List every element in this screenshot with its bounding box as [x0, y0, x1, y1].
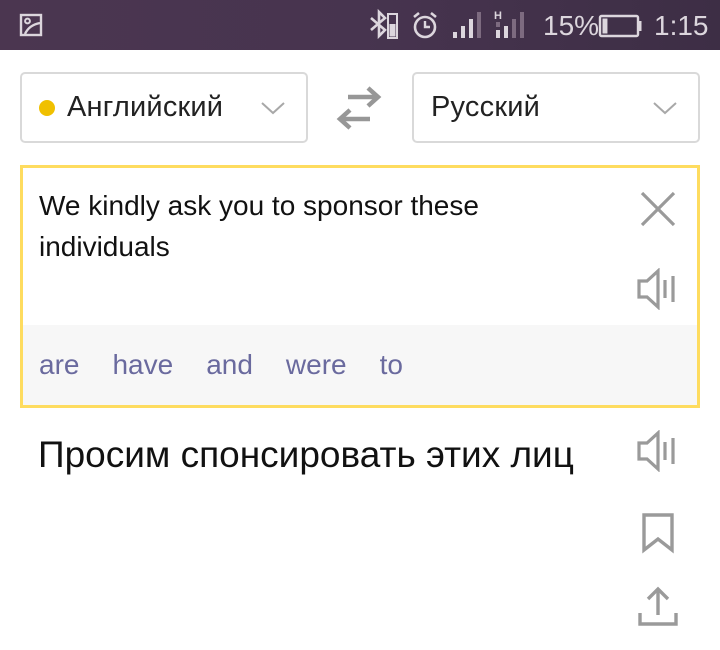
bluetooth-icon	[370, 8, 398, 40]
clear-input-button[interactable]	[639, 190, 677, 228]
signal-icon	[453, 12, 481, 38]
speak-translation-button[interactable]	[636, 430, 678, 472]
suggestion-item[interactable]: were	[286, 349, 347, 381]
source-language-dot	[39, 99, 55, 116]
suggestion-item[interactable]: have	[112, 349, 173, 381]
suggestion-bar: are have and were to	[23, 325, 697, 405]
translation-text: Просим спонсировать этих лиц	[38, 434, 574, 475]
source-text-input[interactable]: We kindly ask you to sponsor these indiv…	[39, 185, 599, 267]
swap-languages-button[interactable]	[334, 86, 384, 130]
speak-source-button[interactable]	[636, 268, 678, 310]
suggestion-item[interactable]: to	[380, 349, 403, 381]
status-bar: H 15% 1:15	[0, 0, 720, 50]
signal-h-icon: H	[494, 10, 524, 38]
clock: 1:15	[654, 10, 709, 41]
speaker-icon	[637, 430, 675, 472]
chevron-down-icon	[653, 102, 677, 115]
battery-icon	[598, 14, 642, 38]
gallery-icon	[19, 13, 43, 37]
close-icon	[640, 191, 676, 227]
swap-icon	[336, 86, 382, 130]
source-input-card: We kindly ask you to sponsor these indiv…	[20, 165, 700, 408]
share-icon	[638, 586, 678, 626]
target-language-label: Русский	[431, 91, 541, 123]
chevron-down-icon	[261, 102, 285, 115]
bookmark-button[interactable]	[640, 512, 676, 554]
target-language-select[interactable]: Русский	[412, 72, 700, 143]
battery-percent: 15%	[543, 10, 600, 41]
bookmark-icon	[642, 513, 674, 554]
source-language-select[interactable]: Английский	[20, 72, 308, 143]
source-language-label: Английский	[67, 91, 224, 123]
suggestion-item[interactable]: and	[206, 349, 253, 381]
suggestion-item[interactable]: are	[39, 349, 79, 381]
alarm-icon	[413, 11, 437, 39]
speaker-icon	[637, 268, 675, 310]
share-button[interactable]	[637, 585, 679, 627]
svg-text:H: H	[494, 10, 502, 22]
